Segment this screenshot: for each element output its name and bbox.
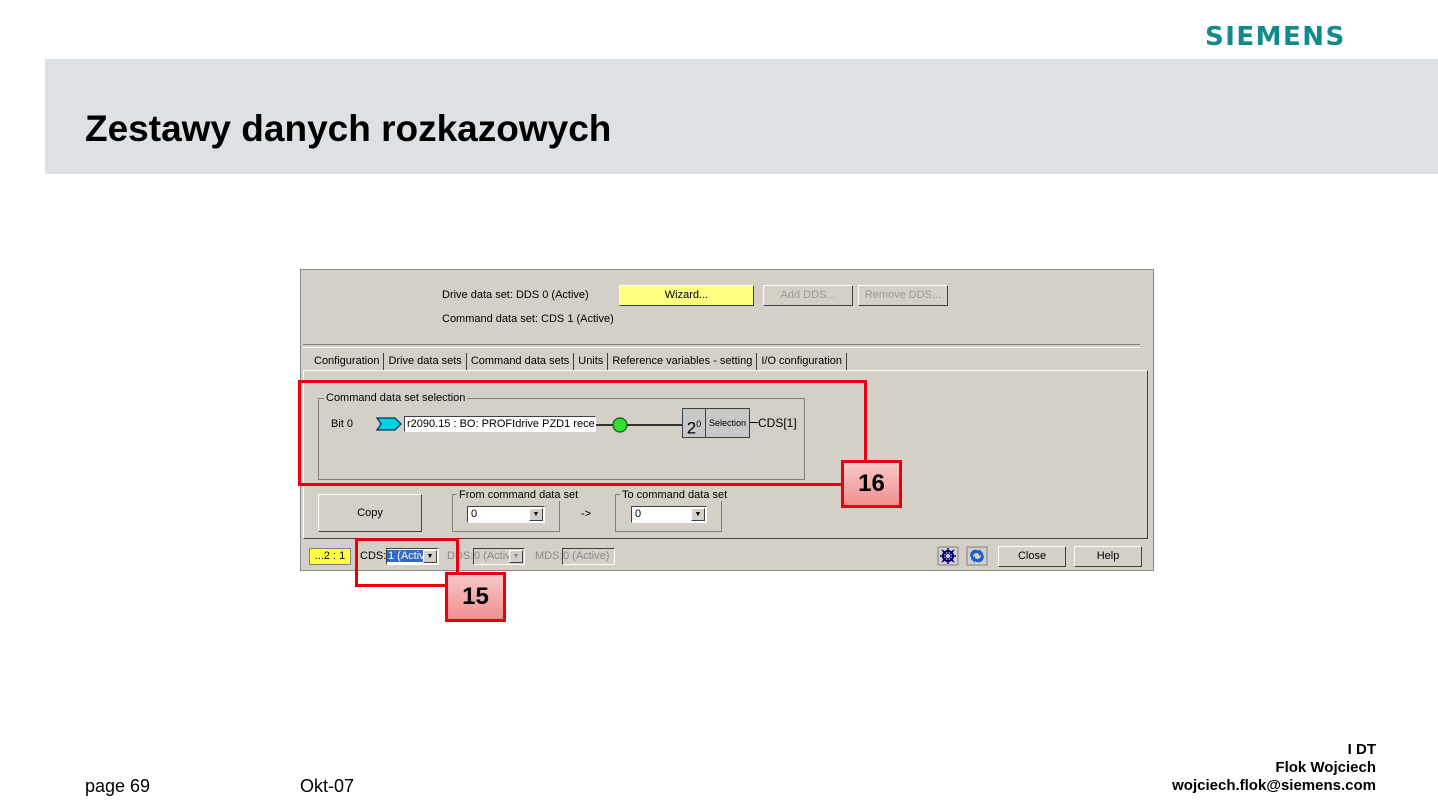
remove-dds-button[interactable]: Remove DDS... [858,285,948,306]
tab-strip: Configuration Drive data sets Command da… [310,353,848,371]
tab-drive-data-sets[interactable]: Drive data sets [384,353,467,371]
status-field: ...2 : 1 [309,548,351,565]
mds-field: 0 (Active) [562,548,615,565]
to-group-title: To command data set [620,489,730,501]
chevron-down-icon: ▼ [529,508,543,521]
mds-label: MDS: [535,550,563,562]
author-email: wojciech.flok@siemens.com [1172,777,1376,794]
from-group-title: From command data set [457,489,581,501]
author-name: Flok Wojciech [1275,759,1376,776]
refresh-icon[interactable] [966,546,988,566]
department: I DT [1347,741,1376,758]
tab-units[interactable]: Units [574,353,609,371]
chevron-down-icon: ▼ [691,508,705,521]
wizard-button[interactable]: Wizard... [619,285,754,306]
contact-block: I DT Flok Wojciech wojciech.flok@siemens… [1172,741,1376,795]
callout-16-frame [298,380,867,486]
page-number: page 69 [85,776,151,796]
chevron-down-icon: ▼ [509,550,523,563]
tab-command-data-sets[interactable]: Command data sets [466,353,575,371]
siemens-logo: SIEMENS [1205,22,1346,52]
tab-reference-variables[interactable]: Reference variables - setting [608,353,758,371]
callout-15-badge: 15 [445,572,506,622]
drive-ds-label: Drive data set: DDS 0 (Active) [442,289,589,301]
callout-16-badge: 16 [841,460,902,508]
to-cds-select[interactable]: 0 ▼ [631,506,707,523]
copy-arrow: -> [581,508,592,520]
help-button[interactable]: Help [1074,546,1142,567]
tab-configuration[interactable]: Configuration [310,353,385,371]
cmd-ds-label: Command data set: CDS 1 (Active) [442,313,614,325]
date-label: Okt-07 [300,776,355,796]
copy-button[interactable]: Copy [318,494,422,532]
add-dds-button[interactable]: Add DDS... [763,285,853,306]
close-button[interactable]: Close [998,546,1066,567]
dds-select[interactable]: 0 (Activ ▼ [473,548,525,565]
header-separator [303,344,1140,348]
settings-icon[interactable] [937,546,959,566]
from-cds-select[interactable]: 0 ▼ [467,506,545,523]
page-title: Zestawy danych rozkazowych [85,108,612,149]
tab-io-configuration[interactable]: I/O configuration [757,353,848,371]
callout-15-frame [355,538,459,587]
